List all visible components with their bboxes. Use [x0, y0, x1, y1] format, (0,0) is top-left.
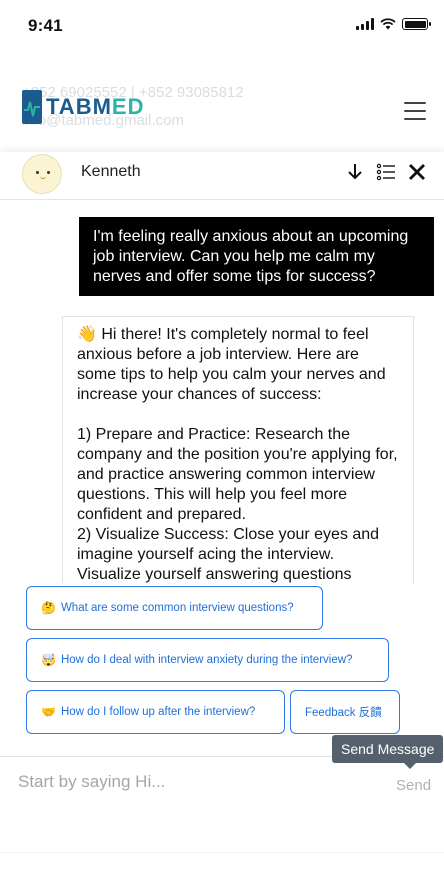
panel-footer — [0, 852, 444, 888]
agent-avatar — [22, 154, 62, 194]
agent-name: Kenneth — [81, 163, 141, 180]
thinking-face-icon: 🤔 — [41, 601, 56, 615]
message-input[interactable] — [18, 768, 378, 796]
suggestion-label: How do I follow up after the interview? — [60, 706, 256, 718]
suggestion-chip[interactable]: 🤝 How do I follow up after the interview? — [26, 690, 285, 734]
suggestion-label: How do I deal with interview anxiety dur… — [60, 654, 353, 666]
close-icon[interactable] — [405, 160, 429, 184]
user-message: I'm feeling really anxious about an upco… — [79, 217, 434, 296]
exploding-head-icon: 🤯 — [41, 653, 56, 667]
cellular-signal-icon — [356, 18, 374, 30]
status-bar: 9:41 — [0, 0, 444, 48]
download-arrow-icon[interactable] — [343, 160, 367, 184]
wifi-icon — [380, 18, 396, 30]
status-icons — [356, 18, 431, 30]
message-list[interactable]: I'm feeling really anxious about an upco… — [0, 201, 444, 583]
suggestion-chip[interactable]: 🤯 How do I deal with interview anxiety du… — [26, 638, 389, 682]
send-tooltip: Send Message — [332, 735, 444, 769]
logo-mark-icon — [22, 90, 42, 124]
battery-icon — [402, 18, 431, 30]
handshake-icon: 🤝 — [41, 705, 56, 719]
list-icon[interactable] — [374, 160, 398, 184]
suggestion-label: What are some common interview questions… — [60, 602, 294, 614]
status-time: 9:41 — [28, 16, 63, 35]
bot-message: 👋 Hi there! It's completely normal to fe… — [62, 316, 414, 583]
suggestion-chip[interactable]: 🤔 What are some common interview question… — [26, 586, 323, 630]
chat-panel: Kenneth I'm feeling really anxious about… — [0, 152, 444, 888]
site-header: +852 69025552 | +852 93085812 info@tabme… — [0, 48, 444, 156]
menu-icon[interactable] — [404, 102, 426, 120]
send-button[interactable]: Send — [396, 777, 431, 794]
chat-header: Kenneth — [0, 152, 444, 200]
feedback-button[interactable]: Feedback 反饋 — [290, 690, 400, 734]
logo-text: TABMED — [46, 94, 145, 119]
site-logo[interactable]: TABMED — [22, 90, 144, 124]
feedback-label: Feedback 反饋 — [305, 707, 382, 719]
